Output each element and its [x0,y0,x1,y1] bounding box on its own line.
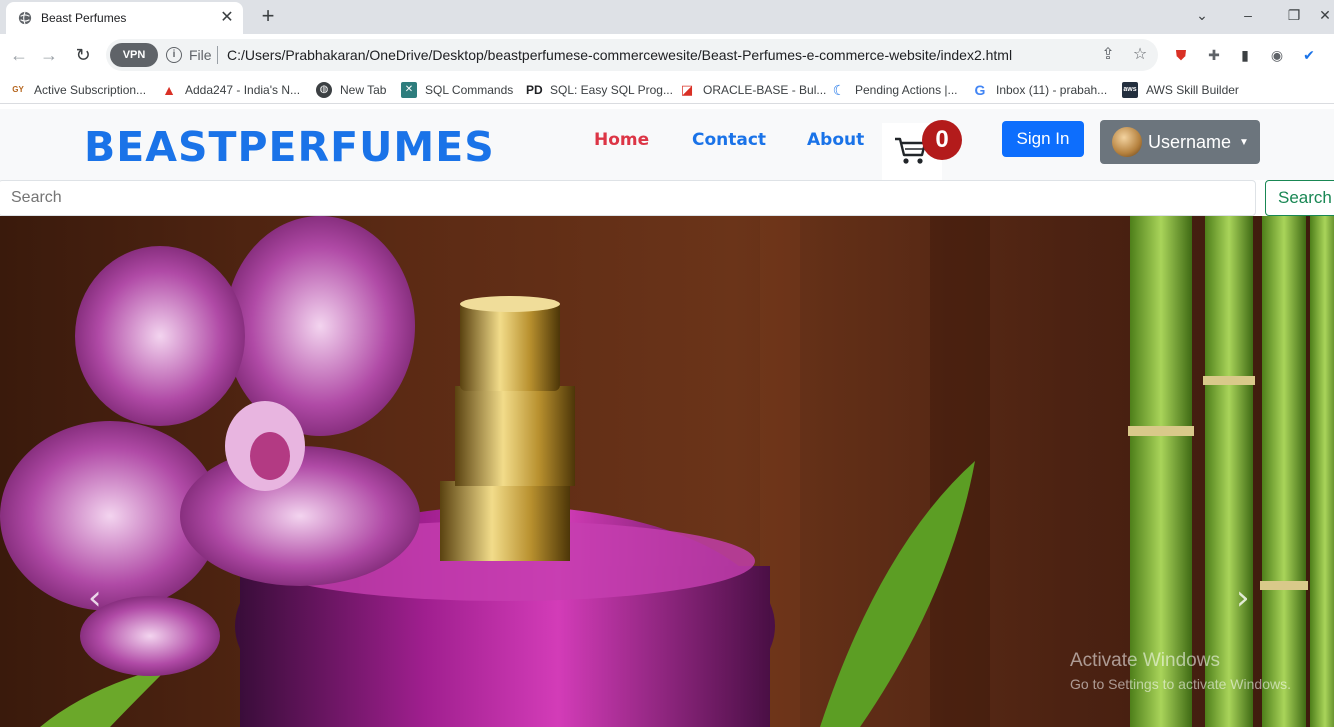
bookmark-item[interactable]: ✕ SQL Commands [401,81,513,99]
nav-home-link[interactable]: Home [594,130,649,150]
bookmark-label: Active Subscription... [34,83,147,97]
aws-icon: aws [1122,82,1138,98]
gyts-icon: GY [12,85,24,94]
adda247-icon: ▲ [162,82,176,98]
bookmark-item[interactable]: G Inbox (11) - prabah... [972,81,1108,99]
bookmark-label: SQL: Easy SQL Prog... [550,83,673,97]
pending-actions-icon: ☾ [832,82,846,98]
bookmark-label: Inbox (11) - prabah... [996,83,1108,97]
search-row: Search [0,180,1334,216]
globe-icon: ◍ [316,82,332,98]
search-input[interactable] [0,180,1256,216]
bookmark-label: SQL Commands [425,83,514,97]
sign-in-button[interactable]: Sign In [1002,121,1084,157]
bookmark-label: New Tab [340,83,387,97]
brand-logo[interactable]: BEASTPERFUMES [84,123,495,171]
bookmark-item[interactable]: ◪ ORACLE-BASE - Bul... [679,81,827,99]
reload-icon[interactable]: ↻ [72,44,94,66]
address-bar[interactable]: VPN i File C:/Users/Prabhakaran/OneDrive… [106,39,1158,71]
side-panel-icon[interactable]: ▮ [1236,46,1254,64]
search-button[interactable]: Search [1265,180,1334,216]
tab-title: Beast Perfumes [41,11,127,25]
divider [217,46,218,64]
security-shield-icon[interactable]: ✔ [1300,46,1318,64]
username-label: Username [1148,131,1232,152]
profile-icon[interactable]: ◉ [1268,46,1286,64]
browser-tab[interactable]: Beast Perfumes ✕ [6,2,243,34]
new-tab-button[interactable]: + [256,5,280,29]
minimize-icon[interactable]: – [1233,4,1263,26]
forward-icon[interactable]: → [38,44,60,66]
info-icon[interactable]: i [166,47,182,63]
bookmark-label: ORACLE-BASE - Bul... [703,83,827,97]
user-dropdown-button[interactable]: Username ▼ [1100,120,1260,164]
google-icon: G [974,82,986,98]
carousel-next-icon[interactable]: › [1236,578,1250,618]
bookmark-item[interactable]: ◍ New Tab [316,81,386,99]
bookmark-item[interactable]: aws AWS Skill Builder [1122,81,1239,99]
browser-toolbar: ← → ↻ VPN i File C:/Users/Prabhakaran/On… [0,34,1334,76]
bookmark-item[interactable]: PD SQL: Easy SQL Prog... [526,81,673,99]
nav-about-link[interactable]: About [807,130,864,150]
globe-icon [18,11,32,25]
share-icon[interactable]: ⇪ [1099,46,1117,64]
extensions-puzzle-icon[interactable]: ✚ [1205,46,1223,64]
activate-windows-title: Activate Windows [1070,650,1220,671]
restore-icon[interactable]: ❐ [1279,4,1309,26]
bookmark-label: Pending Actions |... [855,83,958,97]
nav-contact-link[interactable]: Contact [692,130,766,150]
bookmark-item[interactable]: ▲ Adda247 - India's N... [161,81,300,99]
bookmarks-bar: GY Active Subscription... ▲ Adda247 - In… [0,76,1334,104]
back-icon[interactable]: ← [8,44,30,66]
file-label: File [189,47,212,63]
caret-down-icon: ▼ [1239,136,1249,148]
vpn-badge[interactable]: VPN [110,43,158,67]
avatar [1112,127,1142,157]
cart-count-badge: 0 [922,120,962,160]
carousel-prev-icon[interactable]: ‹ [88,578,102,618]
activate-windows-subtitle: Go to Settings to activate Windows. [1070,676,1291,692]
bookmark-label: AWS Skill Builder [1146,83,1239,97]
shield-extension-icon[interactable]: ⛊ [1172,46,1190,64]
close-tab-icon[interactable]: ✕ [219,10,235,26]
bookmark-item[interactable]: GY Active Subscription... [10,81,146,99]
bookmark-item[interactable]: ☾ Pending Actions |... [831,81,958,99]
browser-tabstrip: Beast Perfumes ✕ + ⌄ – ❐ ✕ [0,0,1334,34]
sql-icon: ✕ [401,82,417,98]
pd-icon: PD [526,83,543,97]
close-window-icon[interactable]: ✕ [1310,4,1334,26]
oracle-base-icon: ◪ [680,82,694,97]
tab-search-icon[interactable]: ⌄ [1187,4,1217,26]
bookmark-label: Adda247 - India's N... [185,83,301,97]
bookmark-star-icon[interactable]: ☆ [1131,46,1149,64]
url-text[interactable]: C:/Users/Prabhakaran/OneDrive/Desktop/be… [227,47,1012,63]
